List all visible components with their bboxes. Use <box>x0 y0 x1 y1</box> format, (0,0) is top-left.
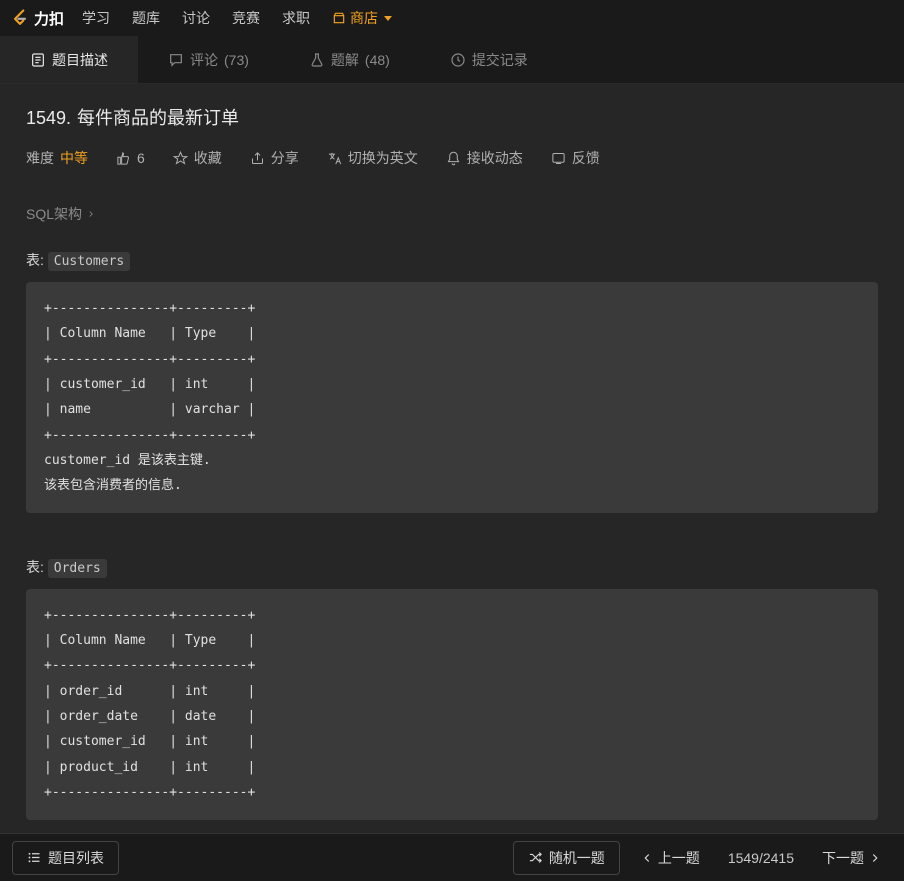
subscribe-button[interactable]: 接收动态 <box>446 148 523 168</box>
nav-discuss[interactable]: 讨论 <box>182 8 210 28</box>
problem-counter: 1549/2415 <box>720 850 802 866</box>
sql-schema-label: SQL架构 <box>26 204 82 224</box>
nav-contest[interactable]: 竞赛 <box>232 8 260 28</box>
toggle-lang-button[interactable]: 切换为英文 <box>327 148 418 168</box>
top-nav: 力扣 学习 题库 讨论 竞赛 求职 商店 <box>0 0 904 36</box>
nav-problems[interactable]: 题库 <box>132 8 160 28</box>
tab-comments[interactable]: 评论 (73) <box>138 36 279 83</box>
chevron-right-icon <box>86 209 96 219</box>
tab-solutions-label: 题解 <box>331 50 359 70</box>
chevron-left-icon <box>640 851 654 865</box>
toggle-lang-label: 切换为英文 <box>348 148 418 168</box>
nav-shop-label: 商店 <box>350 8 378 28</box>
translate-icon <box>327 151 342 166</box>
tab-comments-count: (73) <box>224 52 249 68</box>
history-icon <box>450 52 466 68</box>
feedback-label: 反馈 <box>572 148 600 168</box>
sql-schema-link[interactable]: SQL架构 <box>26 204 878 224</box>
content-area: 1549. 每件商品的最新订单 难度 中等 6 收藏 分享 切换为英文 接收动态 <box>0 84 904 833</box>
like-button[interactable]: 6 <box>116 150 145 166</box>
prev-button[interactable]: 上一题 <box>630 842 710 874</box>
tab-solutions[interactable]: 题解 (48) <box>279 36 420 83</box>
share-button[interactable]: 分享 <box>250 148 299 168</box>
difficulty: 难度 中等 <box>26 148 88 168</box>
random-label: 随机一题 <box>549 848 605 868</box>
tab-description-label: 题目描述 <box>52 50 108 70</box>
brand-logo[interactable]: 力扣 <box>10 8 64 29</box>
favorite-button[interactable]: 收藏 <box>173 148 222 168</box>
doc-icon <box>30 52 46 68</box>
tab-description[interactable]: 题目描述 <box>0 36 138 83</box>
codeblock-customers: +---------------+---------+ | Column Nam… <box>26 282 878 513</box>
codeblock-orders: +---------------+---------+ | Column Nam… <box>26 589 878 820</box>
table-prefix-1: 表: <box>26 252 44 268</box>
nav-shop[interactable]: 商店 <box>332 8 392 28</box>
shuffle-icon <box>528 850 543 865</box>
table-name-customers: Customers <box>48 252 130 271</box>
tab-comments-label: 评论 <box>190 50 218 70</box>
next-button[interactable]: 下一题 <box>812 842 892 874</box>
meta-row: 难度 中等 6 收藏 分享 切换为英文 接收动态 反馈 <box>26 148 878 168</box>
tab-solutions-count: (48) <box>365 52 390 68</box>
problem-list-button[interactable]: 题目列表 <box>12 841 119 875</box>
random-button[interactable]: 随机一题 <box>513 841 620 875</box>
feedback-icon <box>551 151 566 166</box>
list-icon <box>27 850 42 865</box>
flask-icon <box>309 52 325 68</box>
table-name-orders: Orders <box>48 559 107 578</box>
table-prefix-2: 表: <box>26 559 44 575</box>
problem-number: 1549. <box>26 108 71 129</box>
bottom-left: 题目列表 <box>12 841 119 875</box>
comment-icon <box>168 52 184 68</box>
table-customers-label: 表: Customers <box>26 250 878 270</box>
problem-title: 1549. 每件商品的最新订单 <box>26 104 878 130</box>
star-icon <box>173 151 188 166</box>
share-icon <box>250 151 265 166</box>
brand-text: 力扣 <box>34 8 64 29</box>
nav-links: 学习 题库 讨论 竞赛 求职 商店 <box>82 8 392 28</box>
thumbs-up-icon <box>116 151 131 166</box>
tab-submissions-label: 提交记录 <box>472 50 528 70</box>
bell-icon <box>446 151 461 166</box>
problem-name: 每件商品的最新订单 <box>77 104 239 130</box>
feedback-button[interactable]: 反馈 <box>551 148 600 168</box>
caret-down-icon <box>384 16 392 21</box>
nav-learn[interactable]: 学习 <box>82 8 110 28</box>
bottom-bar: 题目列表 随机一题 上一题 1549/2415 下一题 <box>0 833 904 881</box>
difficulty-value: 中等 <box>60 148 88 168</box>
nav-jobs[interactable]: 求职 <box>282 8 310 28</box>
like-count: 6 <box>137 150 145 166</box>
tab-submissions[interactable]: 提交记录 <box>420 36 558 83</box>
tab-bar: 题目描述 评论 (73) 题解 (48) 提交记录 <box>0 36 904 84</box>
subscribe-label: 接收动态 <box>467 148 523 168</box>
difficulty-label: 难度 <box>26 148 54 168</box>
bottom-right: 随机一题 上一题 1549/2415 下一题 <box>513 841 892 875</box>
leetcode-icon <box>10 8 30 28</box>
problem-list-label: 题目列表 <box>48 848 104 868</box>
chevron-right-icon <box>868 851 882 865</box>
share-label: 分享 <box>271 148 299 168</box>
shop-icon <box>332 11 346 25</box>
prev-label: 上一题 <box>658 848 700 868</box>
table-orders-label: 表: Orders <box>26 557 878 577</box>
favorite-label: 收藏 <box>194 148 222 168</box>
next-label: 下一题 <box>822 848 864 868</box>
